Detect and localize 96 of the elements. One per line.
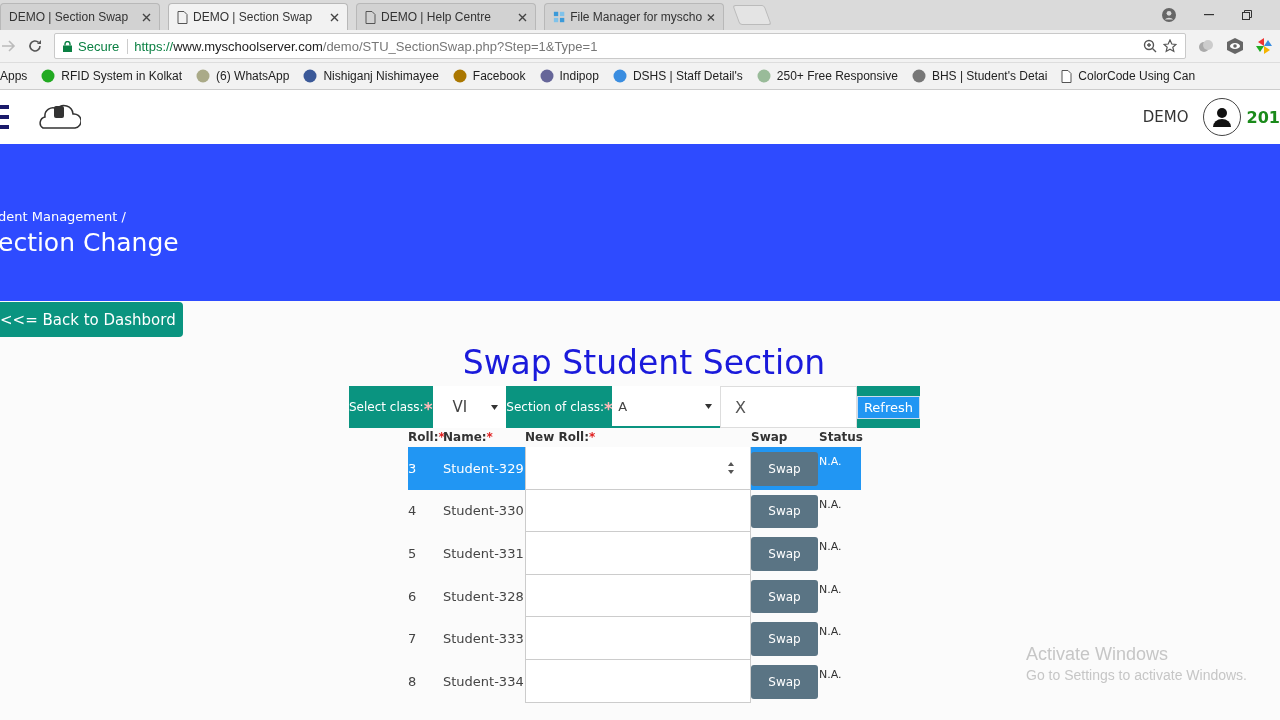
name-cell-text: Student-331 <box>443 545 525 563</box>
bookmark[interactable]: DSHS | Staff Detail's <box>612 69 743 83</box>
class-select[interactable]: VI <box>432 386 507 428</box>
roll-cell-text: 3 <box>408 459 418 478</box>
secure-label: Secure <box>78 38 129 54</box>
close-icon[interactable] <box>142 12 151 22</box>
section-heading: Swap Student Section <box>461 343 827 382</box>
status-text: N.A. <box>819 581 843 598</box>
swap-button[interactable]: Swap <box>751 622 818 656</box>
bookmark[interactable]: Indipop <box>539 69 599 83</box>
bookmark[interactable]: (6) WhatsApp <box>196 69 290 83</box>
new-roll-field[interactable] <box>525 659 751 703</box>
swap-button[interactable]: Swap <box>751 537 818 571</box>
name-cell-text: Student-328 <box>443 587 525 606</box>
column-header: Status <box>819 430 861 446</box>
name-cell-text: Student-334 <box>443 672 525 691</box>
roll-cell-text: 6 <box>408 587 418 606</box>
site-icon <box>911 69 926 83</box>
browser-tab[interactable]: File Manager for myscho <box>544 3 724 30</box>
new-roll-field[interactable] <box>525 617 751 660</box>
swap-button[interactable]: Swap <box>751 452 818 486</box>
student-row[interactable]: 7 Student-333 Swap N.A. <box>408 617 861 660</box>
new-roll-field[interactable] <box>525 532 751 575</box>
eye-icon[interactable] <box>1226 38 1244 54</box>
close-icon[interactable] <box>707 12 715 22</box>
roll-cell-text: 4 <box>408 502 418 521</box>
swap-button[interactable]: Swap <box>751 664 818 699</box>
bookmark[interactable]: Nishiganj Nishimayee <box>303 69 439 83</box>
status-text: N.A. <box>819 666 843 683</box>
swap-button[interactable]: Swap <box>751 494 818 529</box>
student-row[interactable]: 3 Student-329 Swap N.A. <box>408 447 861 490</box>
name-cell-text: Student-333 <box>443 630 525 649</box>
bookmark[interactable]: ColorCode Using Can <box>1061 69 1196 83</box>
minimize-icon[interactable] <box>1204 14 1214 16</box>
column-header: Name:* <box>443 430 494 446</box>
bookmark[interactable]: Facebook <box>452 69 526 83</box>
year-text: 201 <box>1246 107 1280 127</box>
bookmark[interactable]: BHS | Student's Detai <box>911 69 1048 83</box>
column-header: Roll:* <box>408 430 443 446</box>
user-name: DEMO <box>1142 108 1189 126</box>
site-icon <box>452 69 467 83</box>
account-icon[interactable] <box>1162 8 1176 22</box>
browser-tab[interactable]: DEMO | Help Centre <box>356 3 536 30</box>
page-icon <box>1061 69 1073 83</box>
roll-cell-text: 7 <box>408 630 418 649</box>
bookmark[interactable]: 250+ Free Responsive <box>756 69 898 83</box>
student-row[interactable]: 8 Student-334 Swap N.A. <box>408 659 861 703</box>
status-text: N.A. <box>819 496 843 513</box>
browser-tab[interactable]: DEMO | Section Swap <box>168 3 348 30</box>
person-icon <box>1212 107 1231 127</box>
target-section-field[interactable]: X <box>719 386 857 428</box>
status-text: N.A. <box>819 539 843 556</box>
caret-icon <box>704 403 712 409</box>
close-icon[interactable] <box>518 12 527 22</box>
student-row[interactable]: 6 Student-328 Swap N.A. <box>408 574 861 618</box>
name-cell-text: Student-329 <box>443 459 525 478</box>
column-header: Swap <box>751 430 789 446</box>
app-icon <box>553 10 566 24</box>
name-cell-text: Student-330 <box>443 502 525 521</box>
close-icon[interactable] <box>330 12 339 22</box>
lock-icon <box>63 40 72 52</box>
roll-cell-text: 8 <box>408 672 418 691</box>
new-roll-field[interactable] <box>525 574 751 618</box>
site-icon <box>612 69 627 83</box>
site-icon <box>539 69 554 83</box>
site-icon <box>756 69 771 83</box>
url-text: https://www.myschoolserver.com/demo/STU_SectionSwap.php?Step=1&Type=1 <box>134 38 599 54</box>
student-row[interactable]: 4 Student-330 Swap N.A. <box>408 489 861 533</box>
menu-icon[interactable] <box>0 104 9 130</box>
star-icon[interactable] <box>1163 39 1177 53</box>
restore-icon[interactable] <box>1242 10 1252 20</box>
site-icon <box>41 69 56 83</box>
site-icon <box>303 69 318 83</box>
pinwheel-icon[interactable] <box>1256 38 1272 54</box>
page-icon <box>365 10 376 24</box>
swap-button[interactable]: Swap <box>751 579 818 614</box>
back-button[interactable]: <<= Back to Dashbord <box>0 302 183 337</box>
column-header: New Roll:* <box>525 430 597 446</box>
address-bar[interactable]: Secure https://www.myschoolserver.com/demo/STU_SectionSwap.php?Step=1&Type=1 <box>54 33 1186 59</box>
reload-icon[interactable] <box>28 39 42 53</box>
page-title: ection Change <box>0 227 180 257</box>
bookmark[interactable]: Apps <box>0 69 28 83</box>
site-icon <box>196 69 211 83</box>
page-icon <box>177 10 188 24</box>
new-roll-field[interactable] <box>525 489 751 533</box>
status-text: N.A. <box>819 454 843 470</box>
zoom-icon[interactable] <box>1143 39 1157 53</box>
student-row[interactable]: 5 Student-331 Swap N.A. <box>408 532 861 575</box>
status-text: N.A. <box>819 624 843 641</box>
cloud-logo <box>37 102 81 132</box>
bookmark[interactable]: RFID System in Kolkat <box>41 69 183 83</box>
section-select[interactable]: A <box>612 386 720 428</box>
roll-cell-text: 5 <box>408 545 418 563</box>
browser-tab[interactable]: DEMO | Section Swap <box>0 3 160 30</box>
new-roll-field[interactable] <box>525 447 751 490</box>
caret-icon <box>491 404 499 410</box>
